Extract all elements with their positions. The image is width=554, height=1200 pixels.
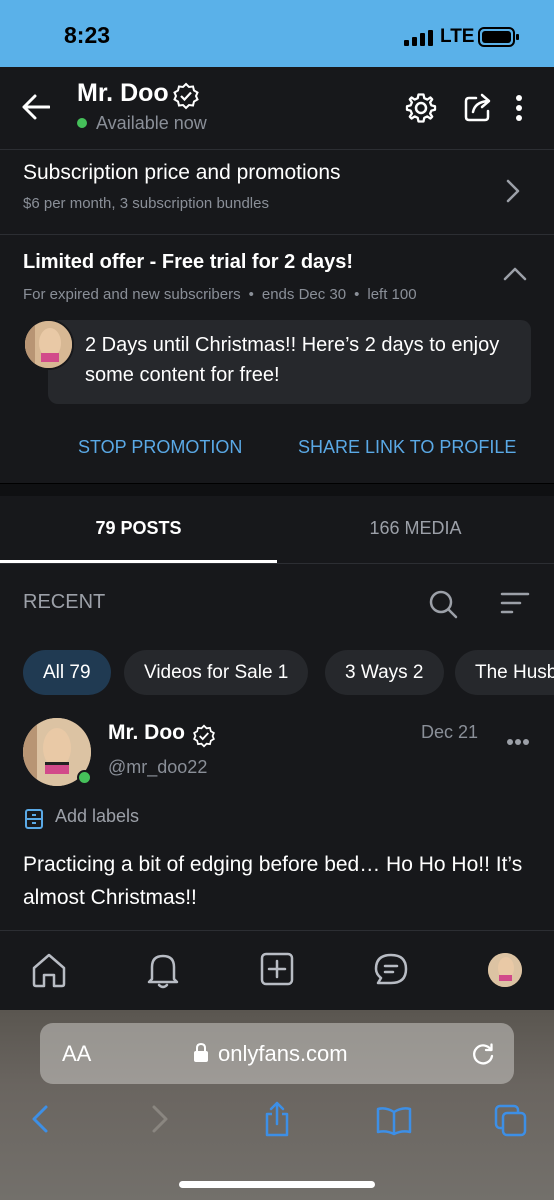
reload-icon[interactable] — [470, 1041, 496, 1072]
verified-icon — [192, 724, 216, 753]
post-author-name[interactable]: Mr. Doo — [108, 721, 185, 745]
share-icon[interactable] — [462, 92, 494, 129]
section-gap — [0, 484, 554, 496]
promotion-meta: For expired and new subscribers • ends Dec… — [23, 286, 417, 303]
online-indicator — [77, 118, 87, 128]
tab-posts[interactable]: 79 POSTS — [0, 496, 277, 563]
add-post-icon[interactable] — [259, 951, 295, 992]
promotion-message: 2 Days until Christmas!! Here’s 2 days t… — [85, 334, 500, 386]
tab-media[interactable]: 166 MEDIA — [277, 496, 554, 563]
browser-back-icon[interactable] — [30, 1104, 50, 1139]
status-time: 8:23 — [64, 22, 111, 48]
availability-status: Available now — [96, 113, 207, 133]
filter-chip-3-ways[interactable]: 3 Ways 2 — [325, 650, 444, 695]
more-horizontal-icon[interactable] — [506, 733, 530, 751]
battery-icon — [478, 27, 520, 52]
search-icon[interactable] — [428, 589, 458, 624]
promotion-ends: ends Dec 30 — [261, 286, 347, 303]
avatar — [23, 319, 74, 370]
filter-chip-all[interactable]: All 79 — [23, 650, 111, 695]
home-indicator — [179, 1181, 375, 1188]
post-text: Practicing a bit of edging before bed… H… — [23, 853, 523, 909]
url-text[interactable]: onlyfans.com — [218, 1041, 348, 1067]
promotion-left: left 100 — [367, 286, 417, 303]
more-vertical-icon[interactable] — [514, 94, 524, 127]
post-author-username[interactable]: @mr_doo22 — [108, 757, 207, 778]
messages-icon[interactable] — [373, 951, 409, 994]
profile-avatar[interactable] — [488, 953, 522, 987]
add-labels-button[interactable]: Add labels — [55, 806, 139, 827]
chevron-up-icon[interactable] — [503, 266, 527, 287]
promotion-title: Limited offer - Free trial for 2 days! — [23, 251, 354, 273]
chevron-right-icon — [505, 178, 521, 209]
tabs-icon[interactable] — [494, 1104, 528, 1143]
filter-chip-husband[interactable]: The Husb — [455, 650, 554, 695]
back-arrow-icon[interactable] — [22, 94, 51, 125]
online-indicator — [77, 770, 92, 785]
subscription-description: $6 per month, 3 subscription bundles — [23, 195, 269, 212]
filter-chip-videos[interactable]: Videos for Sale 1 — [124, 650, 309, 695]
recent-label: RECENT — [23, 591, 106, 613]
browser-forward-icon[interactable] — [150, 1104, 170, 1139]
post-date: Dec 21 — [421, 722, 479, 742]
reader-options-button[interactable]: AA — [62, 1041, 91, 1067]
label-icon[interactable] — [24, 808, 44, 835]
gear-icon[interactable] — [405, 92, 437, 129]
stop-promotion-button[interactable]: STOP PROMOTION — [78, 437, 242, 458]
profile-name: Mr. Doo — [77, 79, 169, 107]
verified-icon — [172, 82, 200, 115]
bookmarks-icon[interactable] — [376, 1106, 412, 1141]
share-link-button[interactable]: SHARE LINK TO PROFILE — [298, 437, 516, 458]
browser-share-icon[interactable] — [262, 1100, 292, 1143]
bell-icon[interactable] — [145, 951, 181, 994]
sort-icon[interactable] — [500, 591, 530, 620]
network-type: LTE — [440, 26, 475, 47]
subscription-title: Subscription price and promotions — [23, 161, 341, 184]
home-icon[interactable] — [30, 951, 68, 994]
cell-signal-icon — [404, 30, 434, 51]
lock-icon — [193, 1042, 209, 1068]
promotion-audience: For expired and new subscribers — [23, 286, 241, 303]
